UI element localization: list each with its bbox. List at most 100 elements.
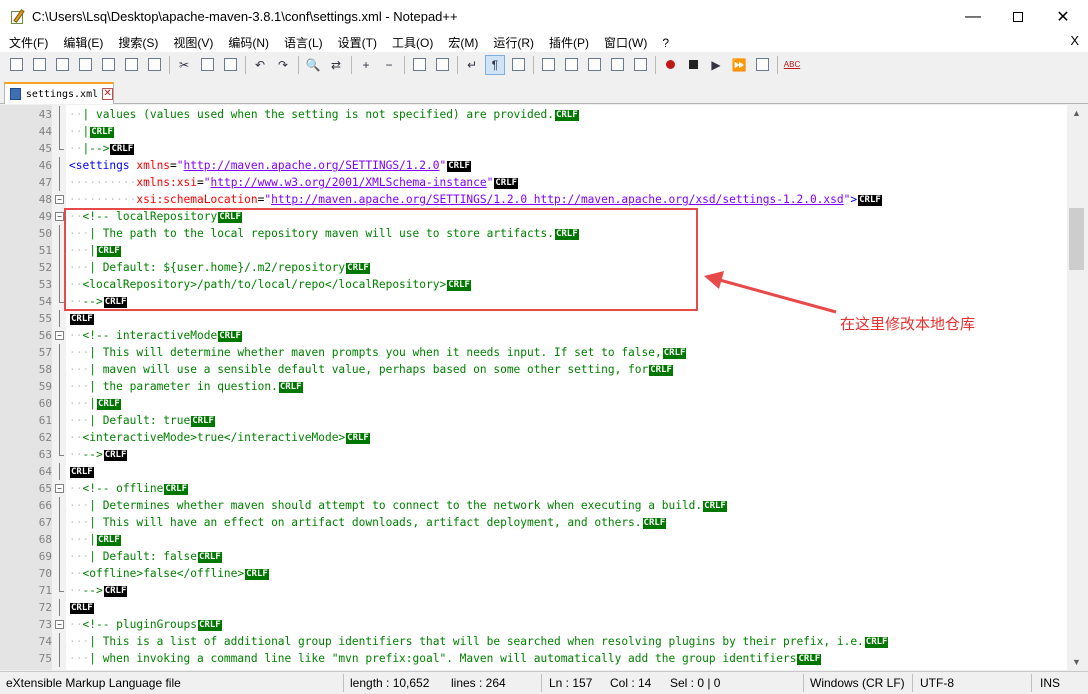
udl-icon[interactable] xyxy=(538,55,558,75)
folder-workspace-icon[interactable] xyxy=(607,55,627,75)
code-line[interactable]: ···| Default: true CRLF xyxy=(69,412,216,429)
menu-item[interactable]: 编码(N) xyxy=(219,34,275,51)
save-icon[interactable] xyxy=(52,55,72,75)
fold-toggle-icon[interactable]: − xyxy=(55,195,64,204)
menu-item[interactable]: 运行(R) xyxy=(484,34,540,51)
maximize-button[interactable] xyxy=(995,0,1041,33)
editor-area[interactable]: 43 44 45 46 47 48 49 50 51 52 53 54 55 56 57 58 59 60 61 62… xyxy=(0,105,1067,670)
scroll-thumb[interactable] xyxy=(1069,208,1084,270)
code-line[interactable]: ···| This will have an effect on artifac… xyxy=(69,514,668,531)
stop-macro-icon[interactable] xyxy=(683,55,703,75)
copy-icon[interactable] xyxy=(197,55,217,75)
zoom-out-icon[interactable]: − xyxy=(379,55,399,75)
minimize-button[interactable]: — xyxy=(950,0,996,33)
code-line[interactable]: ···| Default: false CRLF xyxy=(69,548,223,565)
replace-icon[interactable]: ⇄ xyxy=(326,55,346,75)
monitor-icon[interactable] xyxy=(630,55,650,75)
fold-margin[interactable]: − − − − − xyxy=(52,105,66,670)
status-insert-mode[interactable]: INS xyxy=(1040,676,1060,690)
code-token: = xyxy=(170,159,177,172)
code-line[interactable]: CRLF xyxy=(69,599,95,616)
fold-toggle-icon[interactable]: − xyxy=(55,620,64,629)
tab-settings-xml[interactable]: settings.xml ✕ xyxy=(4,82,114,104)
sync-h-icon[interactable] xyxy=(432,55,452,75)
sync-v-icon[interactable] xyxy=(409,55,429,75)
tab-close-icon[interactable]: ✕ xyxy=(102,88,113,100)
code-line[interactable]: ··········xsi:schemaLocation="http://mav… xyxy=(69,191,883,208)
show-all-chars-icon[interactable]: ¶ xyxy=(485,54,505,75)
new-file-icon[interactable] xyxy=(6,55,26,75)
crlf-marker: CRLF xyxy=(661,346,688,360)
spell-check-icon[interactable]: ABC xyxy=(782,55,802,75)
vertical-scrollbar[interactable]: ▲ ▼ xyxy=(1067,105,1088,670)
status-encoding[interactable]: UTF-8 xyxy=(920,676,954,690)
zoom-in-icon[interactable]: + xyxy=(356,55,376,75)
fold-toggle-icon[interactable]: − xyxy=(55,331,64,340)
redo-icon[interactable]: ↷ xyxy=(273,55,293,75)
menu-item[interactable]: 搜索(S) xyxy=(109,34,164,51)
code-line[interactable]: ···| Determines whether maven should att… xyxy=(69,497,728,514)
code-line[interactable]: CRLF xyxy=(69,463,95,480)
code-line[interactable]: ··········xmlns:xsi= "http://www.w3.org/2… xyxy=(69,174,520,191)
menu-item[interactable]: 视图(V) xyxy=(164,34,219,51)
code-line[interactable]: ··--> CRLF xyxy=(69,446,129,463)
code-line[interactable]: ···| CRLF xyxy=(69,395,122,412)
close-all-icon[interactable] xyxy=(121,55,141,75)
menu-item[interactable]: ? xyxy=(653,36,675,50)
menu-item[interactable]: 插件(P) xyxy=(540,34,595,51)
menu-item[interactable]: 窗口(W) xyxy=(595,34,653,51)
record-macro-icon[interactable] xyxy=(660,55,680,75)
maximize-icon xyxy=(1013,11,1023,22)
status-col: Col : 14 xyxy=(610,676,652,690)
save-all-icon[interactable] xyxy=(75,55,95,75)
doc-map-icon[interactable] xyxy=(561,55,581,75)
function-list-icon[interactable] xyxy=(584,55,604,75)
menu-item[interactable]: 工具(O) xyxy=(383,34,439,51)
code-line[interactable]: ··|--> CRLF xyxy=(69,140,136,157)
code-line[interactable]: ··<!-- offline CRLF xyxy=(69,480,189,497)
menu-item[interactable]: 文件(F) xyxy=(0,34,54,51)
open-file-icon[interactable] xyxy=(29,55,49,75)
scroll-up-icon[interactable]: ▲ xyxy=(1072,108,1081,118)
close-icon[interactable] xyxy=(98,55,118,75)
paste-icon[interactable] xyxy=(220,55,240,75)
code-line[interactable]: ···| the parameter in question. CRLF xyxy=(69,378,304,395)
undo-icon[interactable]: ↶ xyxy=(250,55,270,75)
code-line[interactable]: ···| when invoking a command line like "… xyxy=(69,650,823,667)
menu-item[interactable]: 设置(T) xyxy=(329,34,383,51)
close-window-button[interactable]: ✕ xyxy=(1040,0,1086,33)
cut-icon[interactable]: ✂ xyxy=(174,55,194,75)
menu-item[interactable]: 编辑(E) xyxy=(54,34,109,51)
code-line[interactable]: <settings xmlns="http://maven.apache.org… xyxy=(69,157,472,174)
play-macro-icon[interactable]: ▶ xyxy=(706,55,726,75)
code-line[interactable]: ··<!-- interactiveMode CRLF xyxy=(69,327,243,344)
code-line[interactable]: ···| CRLF xyxy=(69,531,122,548)
code-line[interactable]: ··| CRLF xyxy=(69,123,115,140)
code-line[interactable]: ··<offline>false</offline> CRLF xyxy=(69,565,270,582)
save-macro-icon[interactable] xyxy=(752,55,772,75)
code-line[interactable]: ···| maven will use a sensible default v… xyxy=(69,361,674,378)
code-line[interactable]: ··<!-- pluginGroups CRLF xyxy=(69,616,223,633)
code-line[interactable]: ··--> CRLF xyxy=(69,582,129,599)
fold-toggle-icon[interactable]: − xyxy=(55,212,64,221)
run-macro-multiple-icon[interactable]: ⏩ xyxy=(729,55,749,75)
scroll-down-icon[interactable]: ▼ xyxy=(1072,657,1081,667)
menu-item[interactable]: 语言(L) xyxy=(275,34,329,51)
code-token: | the parameter in question. xyxy=(89,380,278,393)
fold-toggle-icon[interactable]: − xyxy=(55,484,64,493)
status-eol[interactable]: Windows (CR LF) xyxy=(810,676,905,690)
code-line[interactable]: ··| values (values used when the setting… xyxy=(69,106,580,123)
line-number: 72 xyxy=(38,601,52,614)
code-line[interactable]: ···| This is a list of additional group … xyxy=(69,633,890,650)
code-line[interactable]: ··<interactiveMode>true</interactiveMode… xyxy=(69,429,371,446)
word-wrap-icon[interactable]: ↵ xyxy=(462,55,482,75)
line-number: 48 xyxy=(38,193,52,206)
code-line[interactable]: ···| This will determine whether maven p… xyxy=(69,344,688,361)
menu-item[interactable]: 宏(M) xyxy=(439,34,484,51)
code-line[interactable]: CRLF xyxy=(69,310,95,327)
find-icon[interactable]: 🔍 xyxy=(303,55,323,75)
code-token: xmlns:xsi xyxy=(136,176,197,189)
print-icon[interactable] xyxy=(144,55,164,75)
indent-guide-icon[interactable] xyxy=(508,55,528,75)
menu-close-document-button[interactable]: X xyxy=(1070,33,1079,48)
